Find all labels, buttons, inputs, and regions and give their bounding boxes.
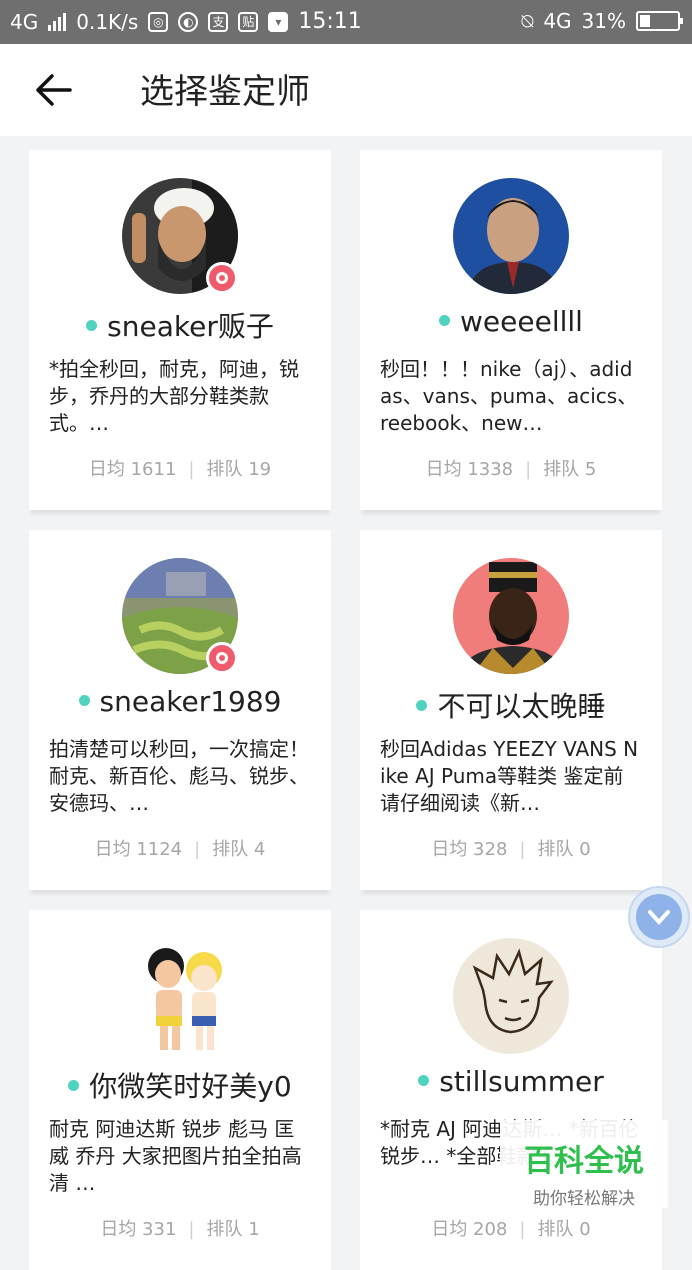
tieba-icon: 贴	[238, 11, 259, 32]
daily-count: 日均 1611	[88, 459, 177, 480]
network-speed: 0.1K/s	[76, 9, 139, 34]
app-header: 选择鉴定师	[0, 44, 692, 136]
avatar	[122, 938, 238, 1054]
appraiser-description: 秒回！！！nike（aj）、adidas、vans、puma、acics、ree…	[380, 357, 638, 435]
appraiser-name-row: sneaker贩子	[29, 305, 331, 345]
floating-assist-button[interactable]	[628, 886, 690, 948]
page-title: 选择鉴定师	[140, 72, 310, 112]
queue-count: 排队 5	[543, 459, 597, 480]
appraiser-name-row: 不可以太晚睡	[360, 685, 662, 725]
appraiser-stats: 日均 1124 | 排队 4	[29, 835, 331, 861]
stats-divider: |	[519, 839, 526, 860]
appraiser-card[interactable]: 不可以太晚睡 秒回Adidas YEEZY VANS Nike AJ Puma等…	[360, 530, 662, 890]
verified-eye-icon	[206, 262, 238, 294]
watermark-subtitle: 助你轻松解决	[533, 1189, 635, 1209]
appraiser-card[interactable]: sneaker1989 拍清楚可以秒回，一次搞定！耐克、新百伦、彪马、锐步、安德…	[29, 530, 331, 890]
appraiser-stats: 日均 208 | 排队 0	[360, 1215, 662, 1241]
app-icon: ◐	[178, 11, 199, 32]
clock: 15:11	[298, 9, 362, 34]
queue-count: 排队 0	[537, 839, 591, 860]
appraiser-card[interactable]: sneaker贩子 *拍全秒回，耐克，阿迪，锐步，乔丹的大部分鞋类款式。… 日均…	[29, 150, 331, 510]
appraiser-name: 你微笑时好美y0	[89, 1070, 292, 1103]
online-dot-icon	[78, 694, 90, 706]
appraiser-name: stillsummer	[439, 1065, 604, 1098]
appraiser-stats: 日均 328 | 排队 0	[360, 835, 662, 861]
daily-count: 日均 1124	[94, 839, 183, 860]
signal-icon	[48, 12, 67, 31]
appraiser-name: sneaker1989	[99, 685, 282, 718]
appraiser-name-row: 你微笑时好美y0	[29, 1065, 331, 1105]
online-dot-icon	[416, 699, 428, 711]
appraiser-description: 拍清楚可以秒回，一次搞定！耐克、新百伦、彪马、锐步、安德玛、…	[49, 737, 309, 815]
verified-eye-icon	[206, 642, 238, 674]
appraiser-card[interactable]: stillsummer *耐克 AJ 阿迪达斯… *新百伦 锐步… *全部鞋款+…	[360, 910, 662, 1270]
arrow-left-icon	[36, 74, 72, 106]
avatar	[453, 178, 569, 294]
appraiser-name: 不可以太晚睡	[437, 690, 606, 723]
battery-percent: 31%	[581, 9, 626, 33]
appraiser-name: weeeellll	[460, 305, 583, 338]
appraiser-name: sneaker贩子	[107, 310, 274, 343]
appraiser-card[interactable]: 你微笑时好美y0 耐克 阿迪达斯 锐步 彪马 匡威 乔丹 大家把图片拍全拍高清 …	[29, 910, 331, 1270]
alipay-icon: 支	[208, 11, 229, 32]
queue-count: 排队 4	[212, 839, 266, 860]
daily-count: 日均 1338	[425, 459, 514, 480]
appraiser-stats: 日均 1611 | 排队 19	[29, 455, 331, 481]
appraiser-stats: 日均 1338 | 排队 5	[360, 455, 662, 481]
back-button[interactable]	[34, 72, 74, 108]
watermark-title: 百科全说	[524, 1144, 644, 1179]
appraiser-name-row: weeeellll	[360, 305, 662, 338]
bag-icon: ▾	[268, 11, 289, 32]
daily-count: 日均 328	[431, 839, 508, 860]
appraiser-name-row: sneaker1989	[29, 685, 331, 718]
appraiser-stats: 日均 331 | 排队 1	[29, 1215, 331, 1241]
watermark: 百科全说 助你轻松解决	[500, 1120, 668, 1209]
online-dot-icon	[439, 314, 451, 326]
stats-divider: |	[188, 459, 195, 480]
online-dot-icon	[68, 1079, 80, 1091]
network-type: 4G	[10, 9, 39, 34]
stats-divider: |	[525, 459, 532, 480]
appraiser-description: *拍全秒回，耐克，阿迪，锐步，乔丹的大部分鞋类款式。…	[49, 357, 299, 435]
online-dot-icon	[86, 319, 98, 331]
network-type-right: 4G	[543, 9, 572, 33]
mute-icon: ⍉	[521, 9, 534, 33]
assist-icon	[636, 894, 682, 940]
status-bar: 4G 0.1K/s ◎ ◐ 支 贴 ▾ 15:11 ⍉ 4G 31%	[0, 0, 692, 44]
weibo-icon: ◎	[148, 11, 169, 32]
queue-count: 排队 19	[206, 459, 272, 480]
stats-divider: |	[194, 839, 201, 860]
avatar	[453, 938, 569, 1054]
appraiser-name-row: stillsummer	[360, 1065, 662, 1098]
appraiser-description: 耐克 阿迪达斯 锐步 彪马 匡威 乔丹 大家把图片拍全拍高清 …	[49, 1117, 302, 1195]
appraiser-description: 秒回Adidas YEEZY VANS Nike AJ Puma等鞋类 鉴定前请…	[380, 737, 639, 815]
avatar	[453, 558, 569, 674]
appraiser-card[interactable]: weeeellll 秒回！！！nike（aj）、adidas、vans、puma…	[360, 150, 662, 510]
online-dot-icon	[418, 1074, 430, 1086]
battery-icon	[636, 11, 683, 31]
